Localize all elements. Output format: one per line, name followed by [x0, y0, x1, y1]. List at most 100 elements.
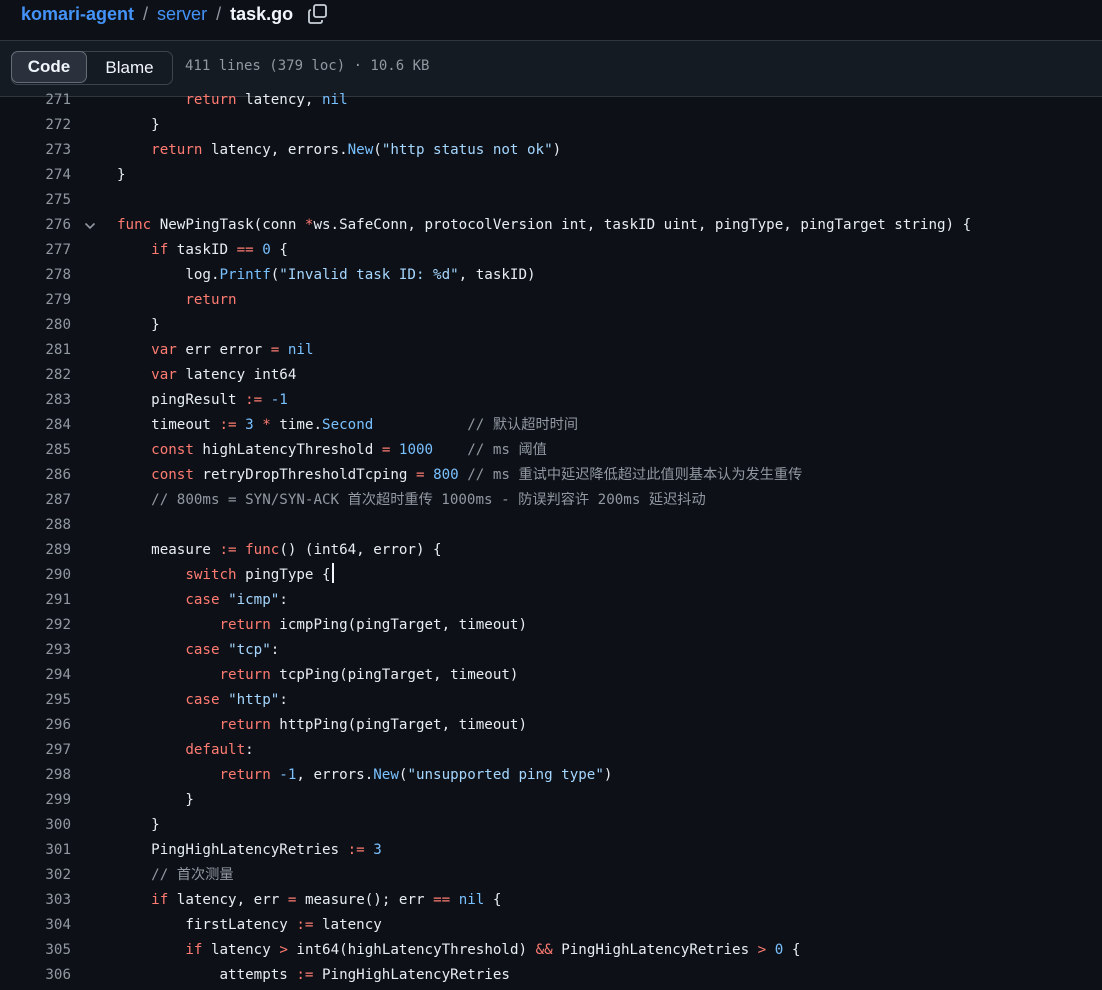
code-line: 276 func NewPingTask(conn *ws.SafeConn, p…: [0, 213, 1102, 238]
code-token: measure: [117, 542, 220, 558]
line-number[interactable]: 271: [0, 88, 71, 113]
code-token: ): [603, 767, 613, 783]
line-number[interactable]: 275: [0, 188, 71, 213]
chevron-down-icon[interactable]: [84, 221, 96, 231]
code-token: :=: [296, 967, 314, 983]
line-number[interactable]: 295: [0, 688, 71, 713]
code-token: , taskID): [458, 267, 536, 283]
code-text: }: [117, 813, 160, 838]
line-number[interactable]: 300: [0, 813, 71, 838]
code-token: if: [151, 242, 169, 258]
blame-tab[interactable]: Blame: [87, 52, 172, 84]
code-token: switch: [185, 567, 237, 583]
code-line: 289 measure := func() (int64, error) {: [0, 538, 1102, 563]
code-token: tcpPing(pingTarget, timeout): [270, 667, 519, 683]
copy-path-button[interactable]: [307, 3, 329, 25]
line-number[interactable]: 277: [0, 238, 71, 263]
line-number[interactable]: 306: [0, 963, 71, 988]
code-text: timeout := 3 * time.Second // 默认超时时间: [117, 413, 578, 438]
code-token: retryDropThresholdTcping: [193, 467, 416, 483]
code-token: -1: [270, 392, 288, 408]
line-number[interactable]: 282: [0, 363, 71, 388]
code-text: measure := func() (int64, error) {: [117, 538, 441, 563]
line-number[interactable]: 298: [0, 763, 71, 788]
code-line: 280 }: [0, 313, 1102, 338]
line-number[interactable]: 304: [0, 913, 71, 938]
code-token: nil: [458, 892, 485, 908]
code-text: return icmpPing(pingTarget, timeout): [117, 613, 528, 638]
line-number[interactable]: 288: [0, 513, 71, 538]
line-number[interactable]: 284: [0, 413, 71, 438]
code-line: 298 return -1, errors.New("unsupported p…: [0, 763, 1102, 788]
line-number[interactable]: 278: [0, 263, 71, 288]
line-number[interactable]: 303: [0, 888, 71, 913]
line-number[interactable]: 296: [0, 713, 71, 738]
code-text: }: [117, 788, 194, 813]
code-token: timeout: [117, 417, 220, 433]
line-number[interactable]: 281: [0, 338, 71, 363]
line-number[interactable]: 290: [0, 563, 71, 588]
line-number[interactable]: 283: [0, 388, 71, 413]
code-text: firstLatency := latency: [117, 913, 381, 938]
code-line: 303 if latency, err = measure(); err == …: [0, 888, 1102, 913]
code-token: return: [219, 717, 271, 733]
code-text: return httpPing(pingTarget, timeout): [117, 713, 528, 738]
line-number[interactable]: 305: [0, 938, 71, 963]
line-number[interactable]: 276: [0, 213, 71, 238]
line-number[interactable]: 302: [0, 863, 71, 888]
code-line: 274}: [0, 163, 1102, 188]
line-number[interactable]: 279: [0, 288, 71, 313]
code-line: 302 // 首次测量: [0, 863, 1102, 888]
code-token: }: [117, 317, 160, 333]
code-token: }: [117, 117, 160, 133]
line-number[interactable]: 285: [0, 438, 71, 463]
code-line: 304 firstLatency := latency: [0, 913, 1102, 938]
line-number[interactable]: 292: [0, 613, 71, 638]
line-number[interactable]: 299: [0, 788, 71, 813]
code-line: 291 case "icmp":: [0, 588, 1102, 613]
code-text: PingHighLatencyRetries := 3: [117, 838, 382, 863]
line-number[interactable]: 273: [0, 138, 71, 163]
line-number[interactable]: 289: [0, 538, 71, 563]
code-tab[interactable]: Code: [11, 51, 87, 83]
line-number[interactable]: 272: [0, 113, 71, 138]
code-token: >: [757, 942, 767, 958]
breadcrumb-dir-link[interactable]: server: [157, 4, 207, 25]
line-number[interactable]: 287: [0, 488, 71, 513]
line-number[interactable]: 301: [0, 838, 71, 863]
code-token: // 默认超时时间: [467, 417, 579, 433]
code-token: &&: [535, 942, 553, 958]
code-line: 301 PingHighLatencyRetries := 3: [0, 838, 1102, 863]
line-number[interactable]: 293: [0, 638, 71, 663]
line-number[interactable]: 297: [0, 738, 71, 763]
breadcrumb-separator: /: [143, 3, 149, 24]
code-token: }: [117, 167, 126, 183]
line-number[interactable]: 294: [0, 663, 71, 688]
code-token: return: [219, 617, 271, 633]
code-token: 800: [433, 467, 459, 483]
code-text: func NewPingTask(conn *ws.SafeConn, prot…: [117, 213, 971, 238]
code-token: func: [245, 542, 280, 558]
line-number[interactable]: 280: [0, 313, 71, 338]
code-line: 295 case "http":: [0, 688, 1102, 713]
code-view[interactable]: 271 return latency, nil 272 } 273 return l…: [0, 88, 1102, 988]
line-number[interactable]: 274: [0, 163, 71, 188]
code-token: :: [279, 692, 288, 708]
code-token: var: [151, 342, 177, 358]
code-token: return: [219, 767, 271, 783]
line-number[interactable]: 286: [0, 463, 71, 488]
breadcrumb-repo-link[interactable]: komari-agent: [21, 4, 134, 25]
code-token: "unsupported ping type": [407, 767, 604, 783]
line-number[interactable]: 291: [0, 588, 71, 613]
code-token: :: [245, 742, 254, 758]
code-text: return latency, errors.New("http status …: [117, 138, 561, 163]
code-line: 300 }: [0, 813, 1102, 838]
code-line: 275: [0, 188, 1102, 213]
